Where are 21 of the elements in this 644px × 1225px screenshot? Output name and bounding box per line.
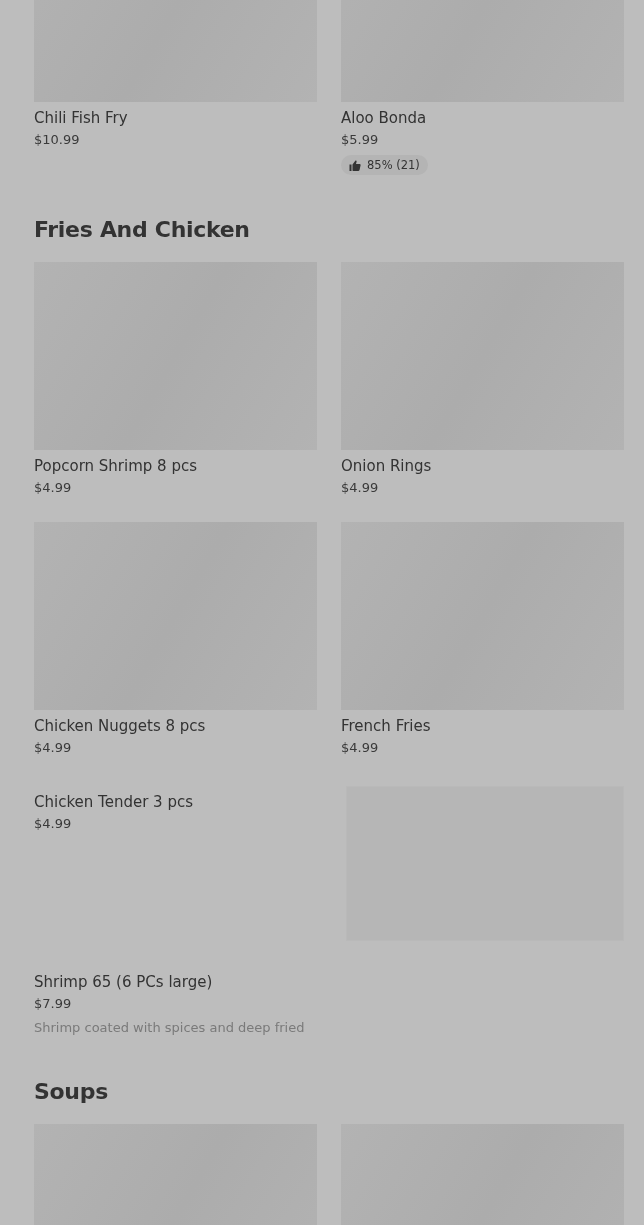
thumbs-up-icon	[349, 159, 361, 171]
section-heading: Fries And Chicken	[34, 217, 251, 243]
item-price: $10.99	[34, 131, 80, 149]
item-name: Aloo Bonda	[341, 108, 427, 128]
section-heading: Soups	[34, 1079, 109, 1105]
item-price: $4.99	[341, 739, 379, 757]
item-price: $4.99	[341, 479, 379, 497]
item-description: Shrimp coated with spices and deep fried	[34, 1019, 305, 1037]
item-price: $4.99	[34, 815, 72, 833]
item-name: Chicken Tender 3 pcs	[34, 792, 193, 812]
item-price: $5.99	[341, 131, 379, 149]
item-price: $4.99	[34, 739, 72, 757]
item-name: Popcorn Shrimp 8 pcs	[34, 456, 197, 476]
item-name: Shrimp 65 (6 PCs large)	[34, 972, 213, 992]
item-price: $7.99	[34, 995, 72, 1013]
item-name: Chili Fish Fry	[34, 108, 128, 128]
item-name: Onion Rings	[341, 456, 432, 476]
item-price: $4.99	[34, 479, 72, 497]
item-name: French Fries	[341, 716, 431, 736]
rating-text: 85% (21)	[367, 158, 420, 172]
item-name: Chicken Nuggets 8 pcs	[34, 716, 206, 736]
